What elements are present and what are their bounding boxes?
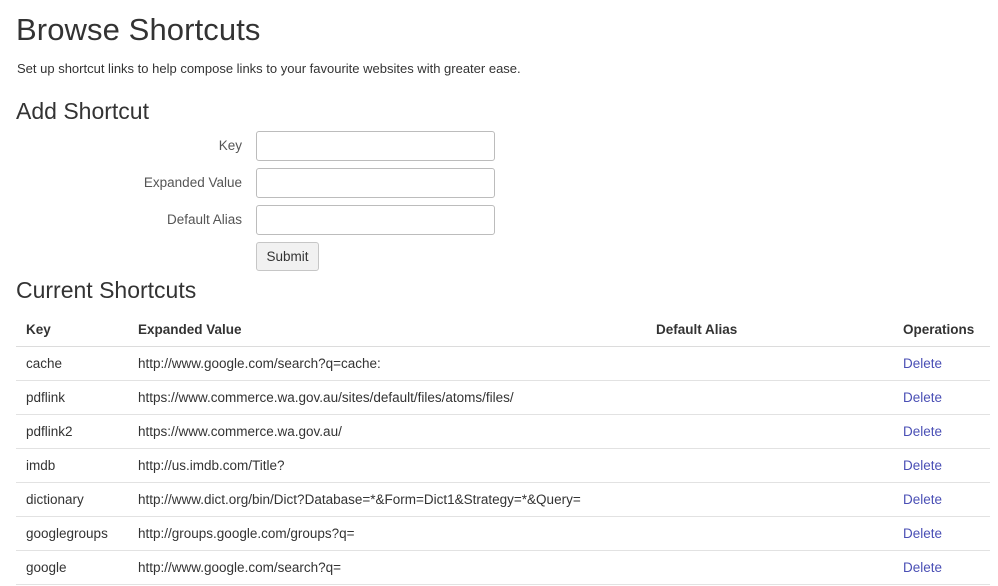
delete-link[interactable]: Delete bbox=[903, 424, 942, 439]
delete-link[interactable]: Delete bbox=[903, 526, 942, 541]
table-header: Key Expanded Value Default Alias Operati… bbox=[16, 313, 990, 347]
shortcut-key: imdb bbox=[16, 448, 128, 483]
page-title: Browse Shortcuts bbox=[16, 12, 261, 47]
column-header-expanded-value: Expanded Value bbox=[128, 313, 646, 347]
key-input[interactable] bbox=[256, 131, 495, 161]
shortcut-default-alias bbox=[646, 482, 893, 517]
table-body: cache http://www.google.com/search?q=cac… bbox=[16, 346, 990, 585]
shortcut-default-alias bbox=[646, 448, 893, 483]
shortcut-key: pdflink2 bbox=[16, 414, 128, 449]
expanded-value-label: Expanded Value bbox=[143, 175, 242, 190]
page-subtitle: Set up shortcut links to help compose li… bbox=[17, 61, 521, 76]
column-header-key: Key bbox=[16, 313, 128, 347]
table-header-row: Key Expanded Value Default Alias Operati… bbox=[16, 313, 990, 347]
operations-cell: Delete bbox=[893, 516, 990, 551]
delete-link[interactable]: Delete bbox=[903, 356, 942, 371]
operations-cell: Delete bbox=[893, 346, 990, 381]
default-alias-input[interactable] bbox=[256, 205, 495, 235]
current-shortcuts-title: Current Shortcuts bbox=[16, 277, 197, 303]
shortcut-expanded-value: https://www.commerce.wa.gov.au/sites/def… bbox=[128, 380, 646, 415]
operations-cell: Delete bbox=[893, 448, 990, 483]
operations-cell: Delete bbox=[893, 380, 990, 415]
shortcuts-table: Key Expanded Value Default Alias Operati… bbox=[16, 313, 990, 585]
table-row: pdflink https://www.commerce.wa.gov.au/s… bbox=[16, 380, 990, 415]
shortcut-default-alias bbox=[646, 516, 893, 551]
default-alias-label: Default Alias bbox=[166, 212, 242, 227]
expanded-value-input[interactable] bbox=[256, 168, 495, 198]
shortcut-default-alias bbox=[646, 550, 893, 585]
table-row: googlegroups http://groups.google.com/gr… bbox=[16, 516, 990, 551]
table-row: imdb http://us.imdb.com/Title? Delete bbox=[16, 448, 990, 483]
operations-cell: Delete bbox=[893, 414, 990, 449]
shortcut-key: pdflink bbox=[16, 380, 128, 415]
table-row: pdflink2 https://www.commerce.wa.gov.au/… bbox=[16, 414, 990, 449]
table-row: google http://www.google.com/search?q= D… bbox=[16, 550, 990, 585]
shortcut-expanded-value: http://www.google.com/search?q= bbox=[128, 550, 646, 585]
delete-link[interactable]: Delete bbox=[903, 390, 942, 405]
shortcut-expanded-value: http://www.dict.org/bin/Dict?Database=*&… bbox=[128, 482, 646, 517]
expanded-value-field-row: Expanded Value bbox=[16, 168, 496, 198]
column-header-operations: Operations bbox=[893, 313, 990, 347]
shortcut-expanded-value: http://www.google.com/search?q=cache: bbox=[128, 346, 646, 381]
shortcut-expanded-value: https://www.commerce.wa.gov.au/ bbox=[128, 414, 646, 449]
shortcut-default-alias bbox=[646, 414, 893, 449]
table-row: dictionary http://www.dict.org/bin/Dict?… bbox=[16, 482, 990, 517]
column-header-default-alias: Default Alias bbox=[646, 313, 893, 347]
add-shortcut-title: Add Shortcut bbox=[16, 98, 149, 124]
operations-cell: Delete bbox=[893, 550, 990, 585]
shortcut-key: cache bbox=[16, 346, 128, 381]
default-alias-field-row: Default Alias bbox=[16, 205, 496, 235]
delete-link[interactable]: Delete bbox=[903, 560, 942, 575]
shortcut-key: dictionary bbox=[16, 482, 128, 517]
shortcut-key: google bbox=[16, 550, 128, 585]
submit-button[interactable]: Submit bbox=[256, 242, 319, 271]
shortcut-expanded-value: http://us.imdb.com/Title? bbox=[128, 448, 646, 483]
operations-cell: Delete bbox=[893, 482, 990, 517]
delete-link[interactable]: Delete bbox=[903, 458, 942, 473]
shortcut-default-alias bbox=[646, 346, 893, 381]
key-field-row: Key bbox=[16, 131, 496, 161]
shortcut-expanded-value: http://groups.google.com/groups?q= bbox=[128, 516, 646, 551]
shortcut-default-alias bbox=[646, 380, 893, 415]
shortcut-key: googlegroups bbox=[16, 516, 128, 551]
key-label: Key bbox=[218, 138, 242, 153]
delete-link[interactable]: Delete bbox=[903, 492, 942, 507]
table-row: cache http://www.google.com/search?q=cac… bbox=[16, 346, 990, 381]
